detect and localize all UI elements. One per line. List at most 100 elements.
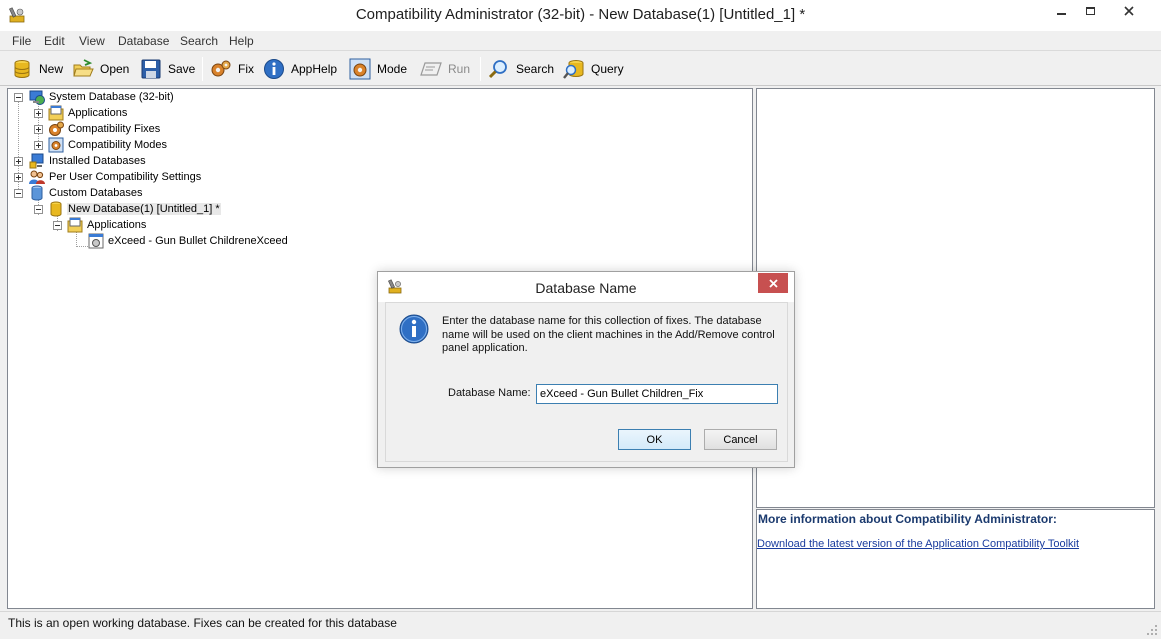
installed-databases-icon [29,153,44,169]
apphelp-button[interactable]: AppHelp [263,56,337,82]
expand-toggle[interactable] [14,157,23,166]
menu-file[interactable]: File [12,34,31,48]
run-button[interactable]: Run [420,56,470,82]
tree-node-applications[interactable]: Applications [48,105,128,121]
database-name-label: Database Name: [448,387,531,399]
tree-node-label: Per User Compatibility Settings [49,171,202,183]
mode-button[interactable]: Mode [349,56,407,82]
tree-node-new-database[interactable]: New Database(1) [Untitled_1] * [48,201,221,217]
users-icon [29,170,45,184]
save-icon [141,59,161,79]
custom-databases-icon [31,185,43,201]
query-icon [563,60,584,79]
menu-edit[interactable]: Edit [44,34,65,48]
tree-node-installed-databases[interactable]: Installed Databases [29,153,147,169]
save-button[interactable]: Save [140,56,195,82]
dialog-title: Database Name [535,280,637,296]
run-icon [420,62,442,76]
search-button[interactable]: Search [488,56,554,82]
open-button[interactable]: Open [72,56,129,82]
ok-button[interactable]: OK [618,429,691,450]
mode-icon [349,58,371,80]
collapse-toggle[interactable] [14,93,23,102]
tree-line [18,101,19,197]
tree-node-label: eXceed - Gun Bullet ChildreneXceed [108,235,288,247]
new-button[interactable]: New [11,56,63,82]
info-icon [399,314,429,344]
download-toolkit-link[interactable]: Download the latest version of the Appli… [757,538,1079,550]
expand-toggle[interactable] [34,141,43,150]
tree-node-per-user-settings[interactable]: Per User Compatibility Settings [29,169,202,185]
tree-node-label: Applications [68,107,128,119]
tree-node-compatibility-modes[interactable]: Compatibility Modes [48,137,168,153]
open-icon [73,59,94,77]
applications-icon [48,105,64,121]
applications-icon [67,217,83,233]
status-bar: This is an open working database. Fixes … [0,611,1161,639]
fix-icon [211,60,231,77]
resize-grip-icon[interactable] [1146,624,1158,636]
info-pane: More information about Compatibility Adm… [756,509,1155,609]
toolbar-separator [480,57,481,81]
run-button-label: Run [448,62,471,76]
details-pane [756,88,1155,508]
query-button-label: Query [591,62,624,76]
expand-toggle[interactable] [14,173,23,182]
tree-node-label: Custom Databases [49,187,143,199]
expand-toggle[interactable] [34,125,43,134]
info-heading: More information about Compatibility Adm… [758,512,1057,526]
database-icon [50,201,62,217]
status-text: This is an open working database. Fixes … [8,616,397,630]
cancel-button[interactable]: Cancel [704,429,777,450]
query-button[interactable]: Query [563,56,624,82]
maximize-button[interactable] [1077,0,1103,22]
tree-line [76,231,77,247]
new-db-icon [14,60,30,78]
tree-node-system-database[interactable]: System Database (32-bit) [29,89,175,105]
minimize-button[interactable] [1048,0,1074,22]
menu-search[interactable]: Search [180,34,218,48]
tree-node-compatibility-fixes[interactable]: Compatibility Fixes [48,121,161,137]
toolbar: New Open Save Fix AppHelp Mode Run Searc… [0,52,1161,86]
tree-node-label: Applications [87,219,147,231]
collapse-toggle[interactable] [14,189,23,198]
compatibility-modes-icon [48,137,64,153]
dialog-close-button[interactable] [758,273,788,293]
mode-button-label: Mode [377,62,408,76]
tree-node-label: New Database(1) [Untitled_1] * [67,203,221,215]
application-entry-icon [88,233,104,249]
toolbar-separator [202,57,203,81]
expand-toggle[interactable] [34,109,43,118]
search-button-label: Search [516,62,555,76]
apphelp-button-label: AppHelp [291,62,338,76]
dialog-message: Enter the database name for this collect… [442,315,775,354]
tree-line [76,246,88,247]
window-title: Compatibility Administrator (32-bit) - N… [355,6,806,23]
tree-node-label: Compatibility Fixes [68,123,161,135]
save-button-label: Save [168,62,196,76]
tree-node-label: System Database (32-bit) [49,91,174,103]
tree-node-label: Compatibility Modes [68,139,168,151]
maximize-icon [1085,7,1095,15]
collapse-toggle[interactable] [53,221,62,230]
title-bar: Compatibility Administrator (32-bit) - N… [0,0,1161,31]
menu-database[interactable]: Database [118,34,169,48]
menu-view[interactable]: View [79,34,105,48]
search-icon [488,60,507,79]
close-icon [768,278,778,288]
tree-node-custom-databases[interactable]: Custom Databases [29,185,144,201]
close-icon [1124,6,1134,16]
new-button-label: New [39,62,64,76]
dialog-title-bar: Database Name [378,272,794,302]
fix-button[interactable]: Fix [210,56,254,82]
apphelp-icon [264,59,284,79]
dialog-body: Enter the database name for this collect… [385,302,788,462]
close-button[interactable] [1106,0,1152,22]
minimize-icon [1056,13,1066,15]
tree-node-custom-applications[interactable]: Applications [67,217,147,233]
tree-node-app-entry[interactable]: eXceed - Gun Bullet ChildreneXceed [88,233,289,249]
collapse-toggle[interactable] [34,205,43,214]
menu-help[interactable]: Help [229,34,254,48]
tree-node-label: Installed Databases [49,155,146,167]
database-name-input[interactable] [536,384,778,404]
